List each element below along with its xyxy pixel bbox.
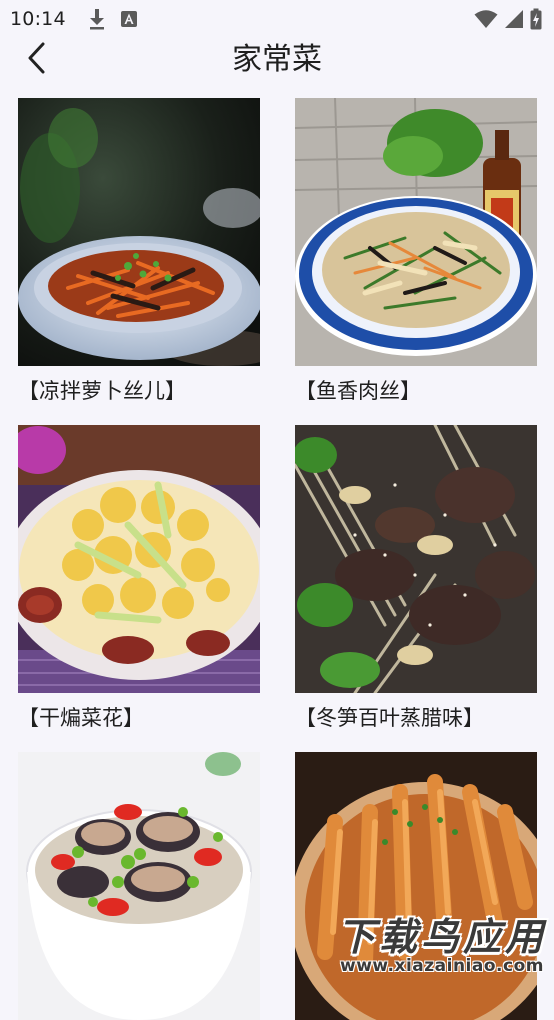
a-badge-icon [120, 10, 138, 28]
battery-icon [530, 8, 542, 30]
recipe-image [295, 425, 537, 693]
recipe-title: 【干煸菜花】 [18, 706, 144, 730]
recipe-title: 【冬笋百叶蒸腊味】 [295, 706, 484, 730]
status-system-icons [474, 8, 542, 30]
recipe-card[interactable]: 【鱼香肉丝】 [295, 98, 537, 403]
recipe-card[interactable]: 【凉拌萝卜丝儿】 [18, 98, 260, 403]
recipe-title: 【鱼香肉丝】 [295, 379, 421, 403]
recipe-card[interactable]: 【冬笋百叶蒸腊味】 [295, 425, 537, 730]
app-bar: 家常菜 [0, 38, 554, 82]
recipe-image [18, 752, 260, 1020]
wifi-icon [474, 9, 498, 29]
status-bar: 10:14 [0, 0, 554, 38]
download-icon [88, 8, 106, 30]
recipe-image [18, 425, 260, 693]
recipe-image [295, 752, 537, 1020]
recipe-card[interactable] [295, 752, 537, 1020]
status-time: 10:14 [10, 8, 66, 30]
recipe-title: 【凉拌萝卜丝儿】 [18, 379, 186, 403]
recipe-card[interactable] [18, 752, 260, 1020]
signal-icon [504, 9, 524, 29]
recipe-card[interactable]: 【干煸菜花】 [18, 425, 260, 730]
recipe-image [295, 98, 537, 366]
page-title: 家常菜 [232, 42, 322, 77]
recipe-image [18, 98, 260, 366]
status-notification-icons [88, 8, 138, 30]
